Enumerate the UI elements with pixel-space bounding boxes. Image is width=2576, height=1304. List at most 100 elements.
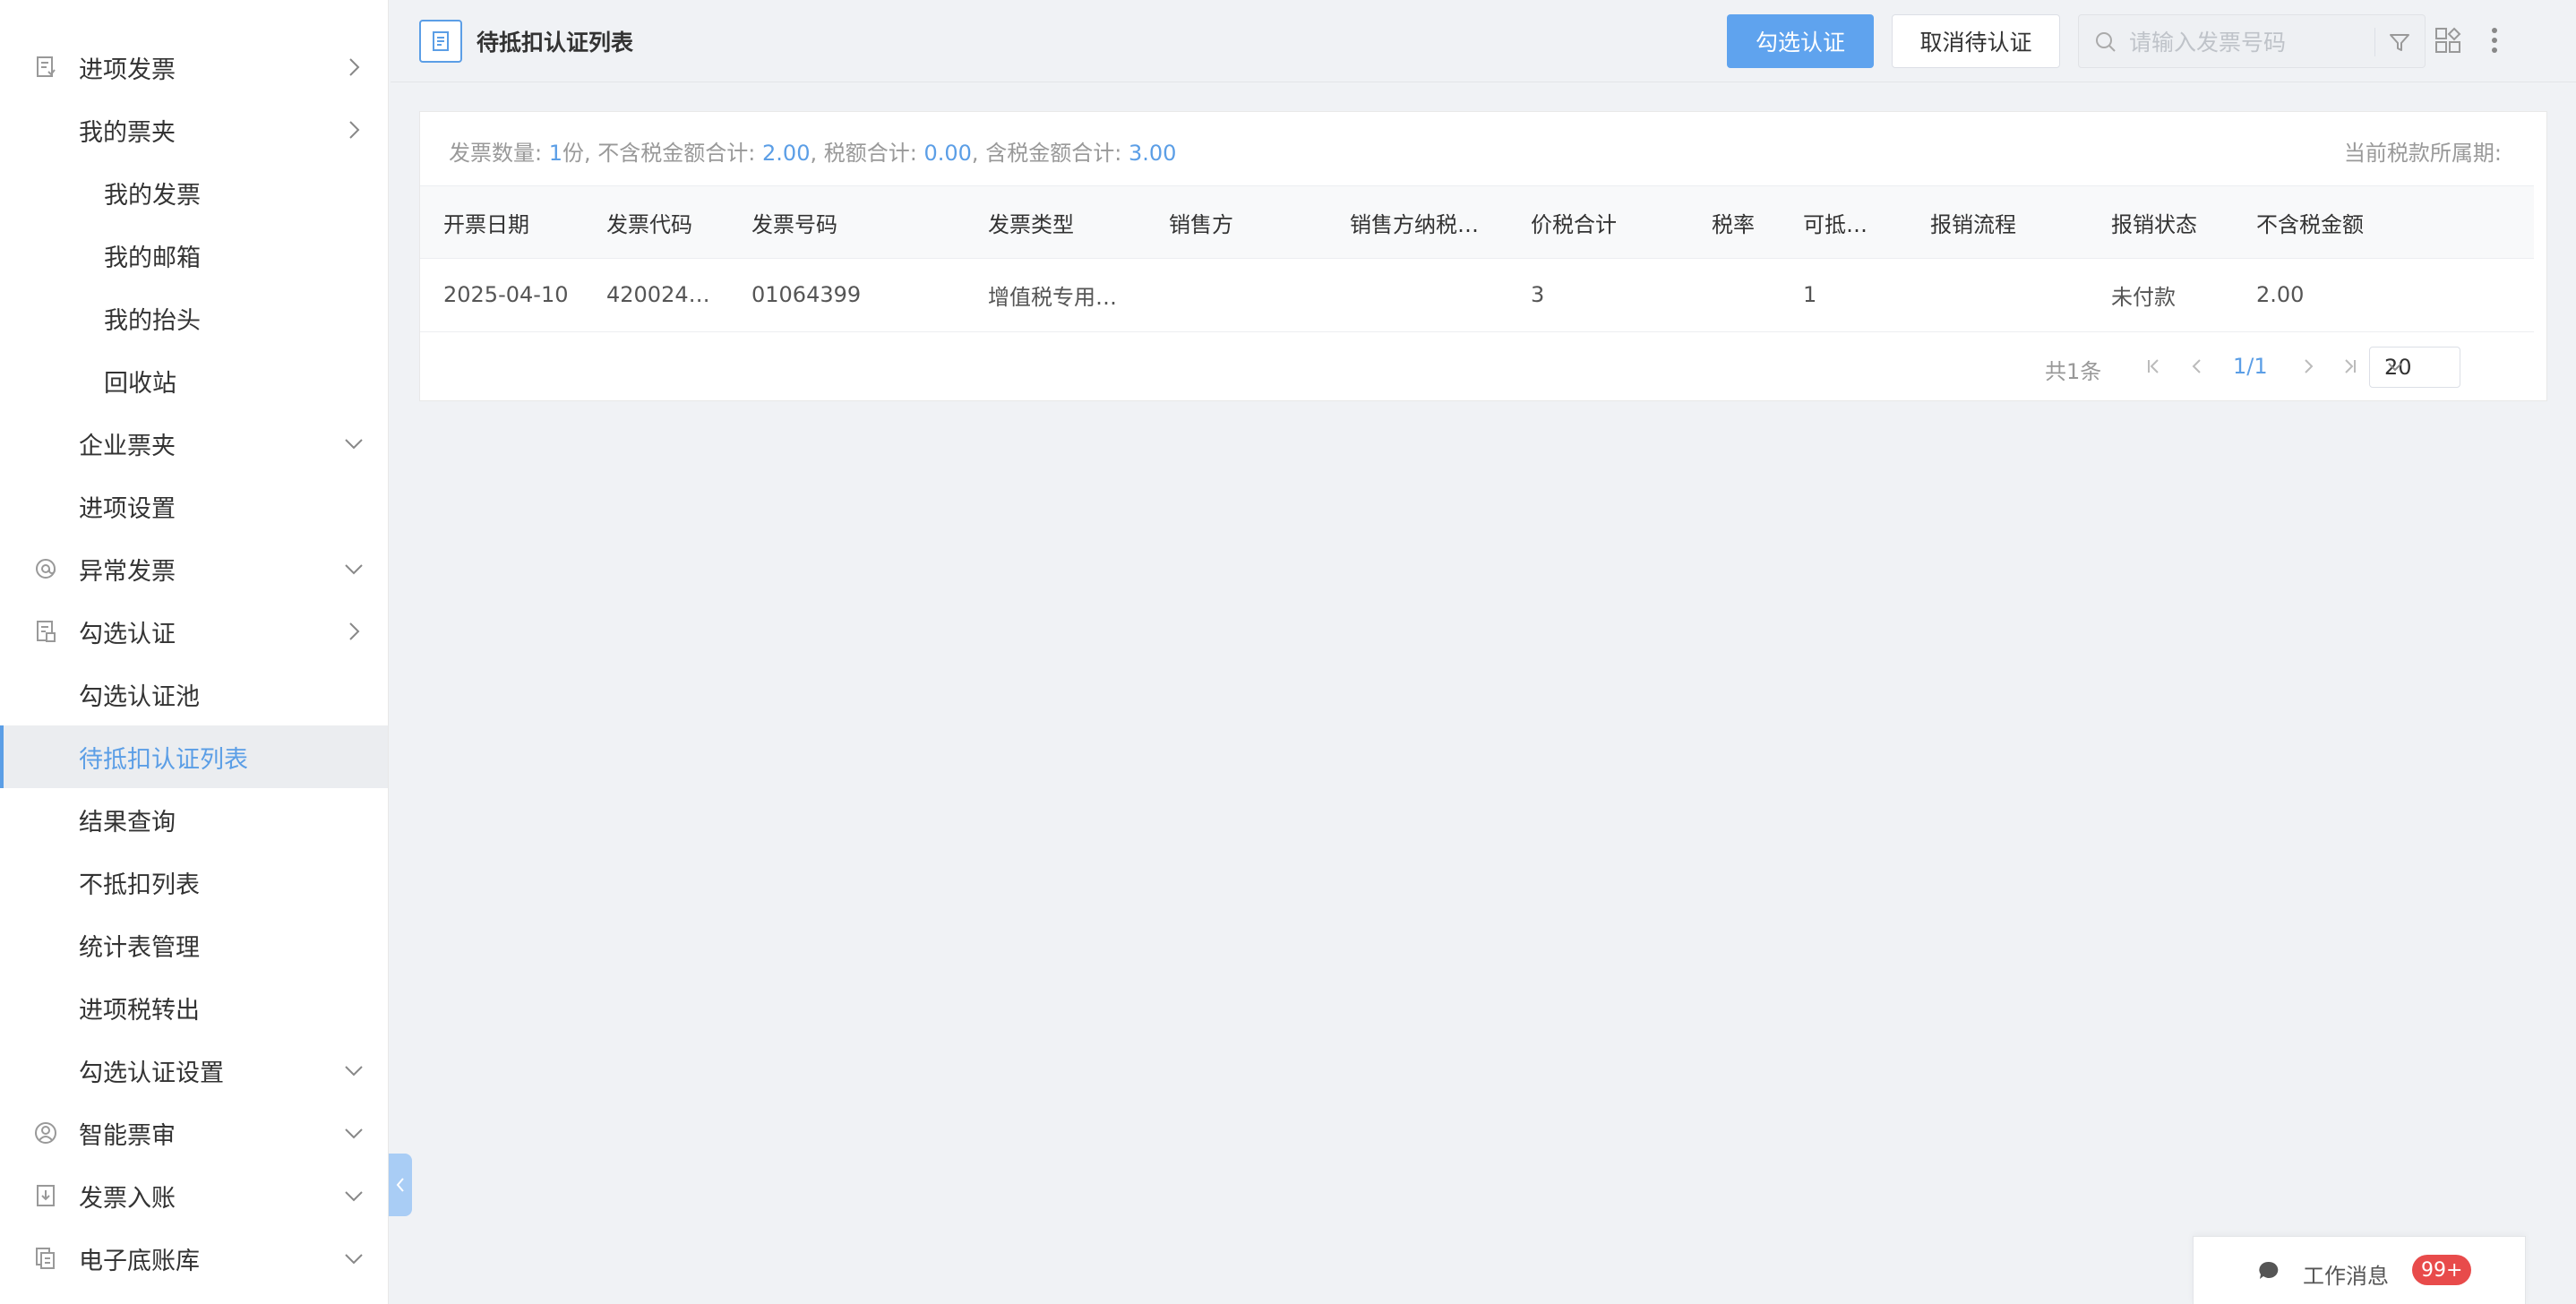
page-title: 待抵扣认证列表 — [477, 30, 634, 56]
cell-total-with-tax: 3 — [1531, 282, 1545, 307]
page-header: 待抵扣认证列表 勾选认证 取消待认证 — [391, 0, 2576, 82]
sidebar-item-label: 结果查询 — [79, 808, 176, 836]
chevron-down-icon — [342, 432, 365, 455]
column-header[interactable]: 税率 — [1712, 186, 1792, 258]
sidebar-item-check-certify[interactable]: 勾选认证 — [0, 600, 388, 663]
chevron-down-icon — [342, 1247, 365, 1270]
sidebar-item-my-invoices[interactable]: 我的发票 — [0, 161, 388, 224]
page-size-select[interactable]: 20 — [2369, 347, 2460, 388]
chevron-right-icon — [342, 118, 365, 142]
cell-tax-rate — [1712, 259, 1792, 330]
user-circle-icon — [34, 1121, 57, 1145]
sidebar-item-label: 不抵扣列表 — [79, 871, 200, 899]
search-divider — [2374, 28, 2375, 56]
app: 进项发票 我的票夹 我的发票 我的邮箱 我的抬头 回收站 企业票夹 进项设置 异… — [0, 0, 2576, 1304]
cell-deductible: 1 — [1803, 282, 1817, 307]
net-amount-value: 2.00 — [762, 141, 811, 166]
cell-issue-date: 2025-04-10 — [443, 282, 569, 307]
tax-amount-value: 0.00 — [923, 141, 972, 166]
cell-invoice-code: 420024… — [606, 282, 710, 307]
sidebar-item-tax-transfer-out[interactable]: 进项税转出 — [0, 976, 388, 1039]
column-header[interactable]: 发票号码 — [751, 186, 975, 258]
chevron-down-icon — [342, 1059, 365, 1082]
sidebar-item-my-header[interactable]: 我的抬头 — [0, 287, 388, 349]
sidebar-item-label: 进项设置 — [79, 494, 176, 523]
copy-document-icon — [34, 1247, 57, 1270]
sidebar-item-label: 回收站 — [104, 369, 176, 398]
invoice-list-panel: 发票数量: 1份, 不含税金额合计: 2.00, 税额合计: 0.00, 含税金… — [419, 111, 2547, 401]
sidebar-item-label: 我的发票 — [104, 181, 201, 210]
sidebar-item-abnormal-invoice[interactable]: 异常发票 — [0, 537, 388, 600]
search-icon — [2093, 30, 2118, 55]
sidebar-item-input-settings[interactable]: 进项设置 — [0, 475, 388, 537]
search-box — [2078, 14, 2426, 68]
column-header[interactable]: 销售方纳税… — [1350, 186, 1484, 258]
chevron-right-icon — [342, 56, 365, 79]
table-row[interactable]: 2025-04-10 420024… 01064399 增值税专用… 3 1 未… — [420, 259, 2534, 332]
download-document-icon — [34, 1184, 57, 1207]
summary-separator: , — [971, 141, 979, 166]
sidebar-item-result-query[interactable]: 结果查询 — [0, 788, 388, 851]
first-page-icon[interactable] — [2142, 354, 2167, 379]
cell-invoice-number: 01064399 — [751, 282, 862, 307]
prev-page-icon[interactable] — [2185, 354, 2210, 379]
cell-reimburse-flow — [1930, 259, 2100, 330]
sidebar-item-my-mailbox[interactable]: 我的邮箱 — [0, 224, 388, 287]
more-vertical-icon[interactable] — [2479, 25, 2510, 56]
sidebar-item-non-deduct-list[interactable]: 不抵扣列表 — [0, 851, 388, 914]
sidebar-item-enterprise-folder[interactable]: 企业票夹 — [0, 412, 388, 475]
column-header[interactable]: 开票日期 — [443, 186, 596, 258]
layout-grid-icon[interactable] — [2433, 25, 2463, 56]
column-header[interactable]: 报销流程 — [1930, 186, 2100, 258]
sidebar-item-pending-certify-list[interactable]: 待抵扣认证列表 — [0, 725, 388, 788]
sidebar-item-label: 企业票夹 — [79, 432, 176, 460]
chevron-down-icon — [342, 557, 365, 580]
work-message-button[interactable]: 工作消息 99+ — [2193, 1236, 2526, 1304]
column-header[interactable]: 发票代码 — [606, 186, 741, 258]
column-header[interactable]: 销售方 — [1169, 186, 1339, 258]
sidebar-item-label: 进项发票 — [79, 56, 176, 84]
net-amount-label: 不含税金额合计: — [597, 141, 756, 166]
invoice-number-search-input[interactable] — [2129, 22, 2362, 62]
sidebar-item-label: 统计表管理 — [79, 933, 200, 962]
column-header[interactable]: 发票类型 — [988, 186, 1158, 258]
column-header[interactable]: 报销状态 — [2111, 186, 2245, 258]
chevron-down-icon — [342, 1184, 365, 1207]
cell-seller — [1169, 259, 1339, 330]
table-header: 开票日期 发票代码 发票号码 发票类型 销售方 销售方纳税… 价税合计 税率 可… — [420, 185, 2534, 259]
invoice-count-value: 1 — [548, 141, 563, 166]
sidebar-item-certify-settings[interactable]: 勾选认证设置 — [0, 1039, 388, 1102]
sidebar-item-invoice-booking[interactable]: 发票入账 — [0, 1164, 388, 1227]
sidebar-item-label: 异常发票 — [79, 557, 176, 586]
sidebar-item-e-ledger[interactable]: 电子底账库 — [0, 1227, 388, 1290]
sidebar-item-label: 电子底账库 — [79, 1247, 200, 1275]
cell-invoice-type: 增值税专用… — [988, 284, 1117, 310]
sidebar-item-label: 智能票审 — [79, 1121, 176, 1150]
sidebar-item-my-folder[interactable]: 我的票夹 — [0, 99, 388, 161]
column-header[interactable]: 可抵… — [1803, 186, 1875, 258]
check-document-icon — [34, 620, 57, 643]
document-list-icon — [419, 20, 462, 63]
filter-icon[interactable] — [2387, 30, 2412, 55]
pagination-total: 共1条 — [2045, 359, 2102, 384]
sidebar-collapse-handle[interactable] — [389, 1154, 412, 1216]
sidebar-item-statistics[interactable]: 统计表管理 — [0, 914, 388, 976]
sidebar-item-label: 发票入账 — [79, 1184, 176, 1213]
cancel-pending-button[interactable]: 取消待认证 — [1892, 14, 2060, 68]
cell-seller-tax-id — [1350, 259, 1484, 330]
sidebar-item-label: 勾选认证 — [79, 620, 176, 648]
column-header[interactable]: 价税合计 — [1531, 186, 1701, 258]
chat-bubble-icon — [2256, 1258, 2281, 1283]
sidebar-item-input-invoice[interactable]: 进项发票 — [0, 36, 388, 99]
sidebar-item-recycle-bin[interactable]: 回收站 — [0, 349, 388, 412]
cell-net-amount: 2.00 — [2256, 282, 2305, 307]
last-page-icon[interactable] — [2337, 354, 2362, 379]
sidebar-item-certify-pool[interactable]: 勾选认证池 — [0, 663, 388, 725]
sidebar-item-smart-review[interactable]: 智能票审 — [0, 1102, 388, 1164]
next-page-icon[interactable] — [2296, 354, 2321, 379]
pagination-current: 1/1 — [2233, 354, 2268, 379]
sidebar-item-label: 待抵扣认证列表 — [79, 745, 248, 774]
check-certify-button[interactable]: 勾选认证 — [1727, 14, 1874, 68]
column-header[interactable]: 不含税金额 — [2256, 186, 2453, 258]
chevron-down-icon — [2384, 356, 2406, 378]
